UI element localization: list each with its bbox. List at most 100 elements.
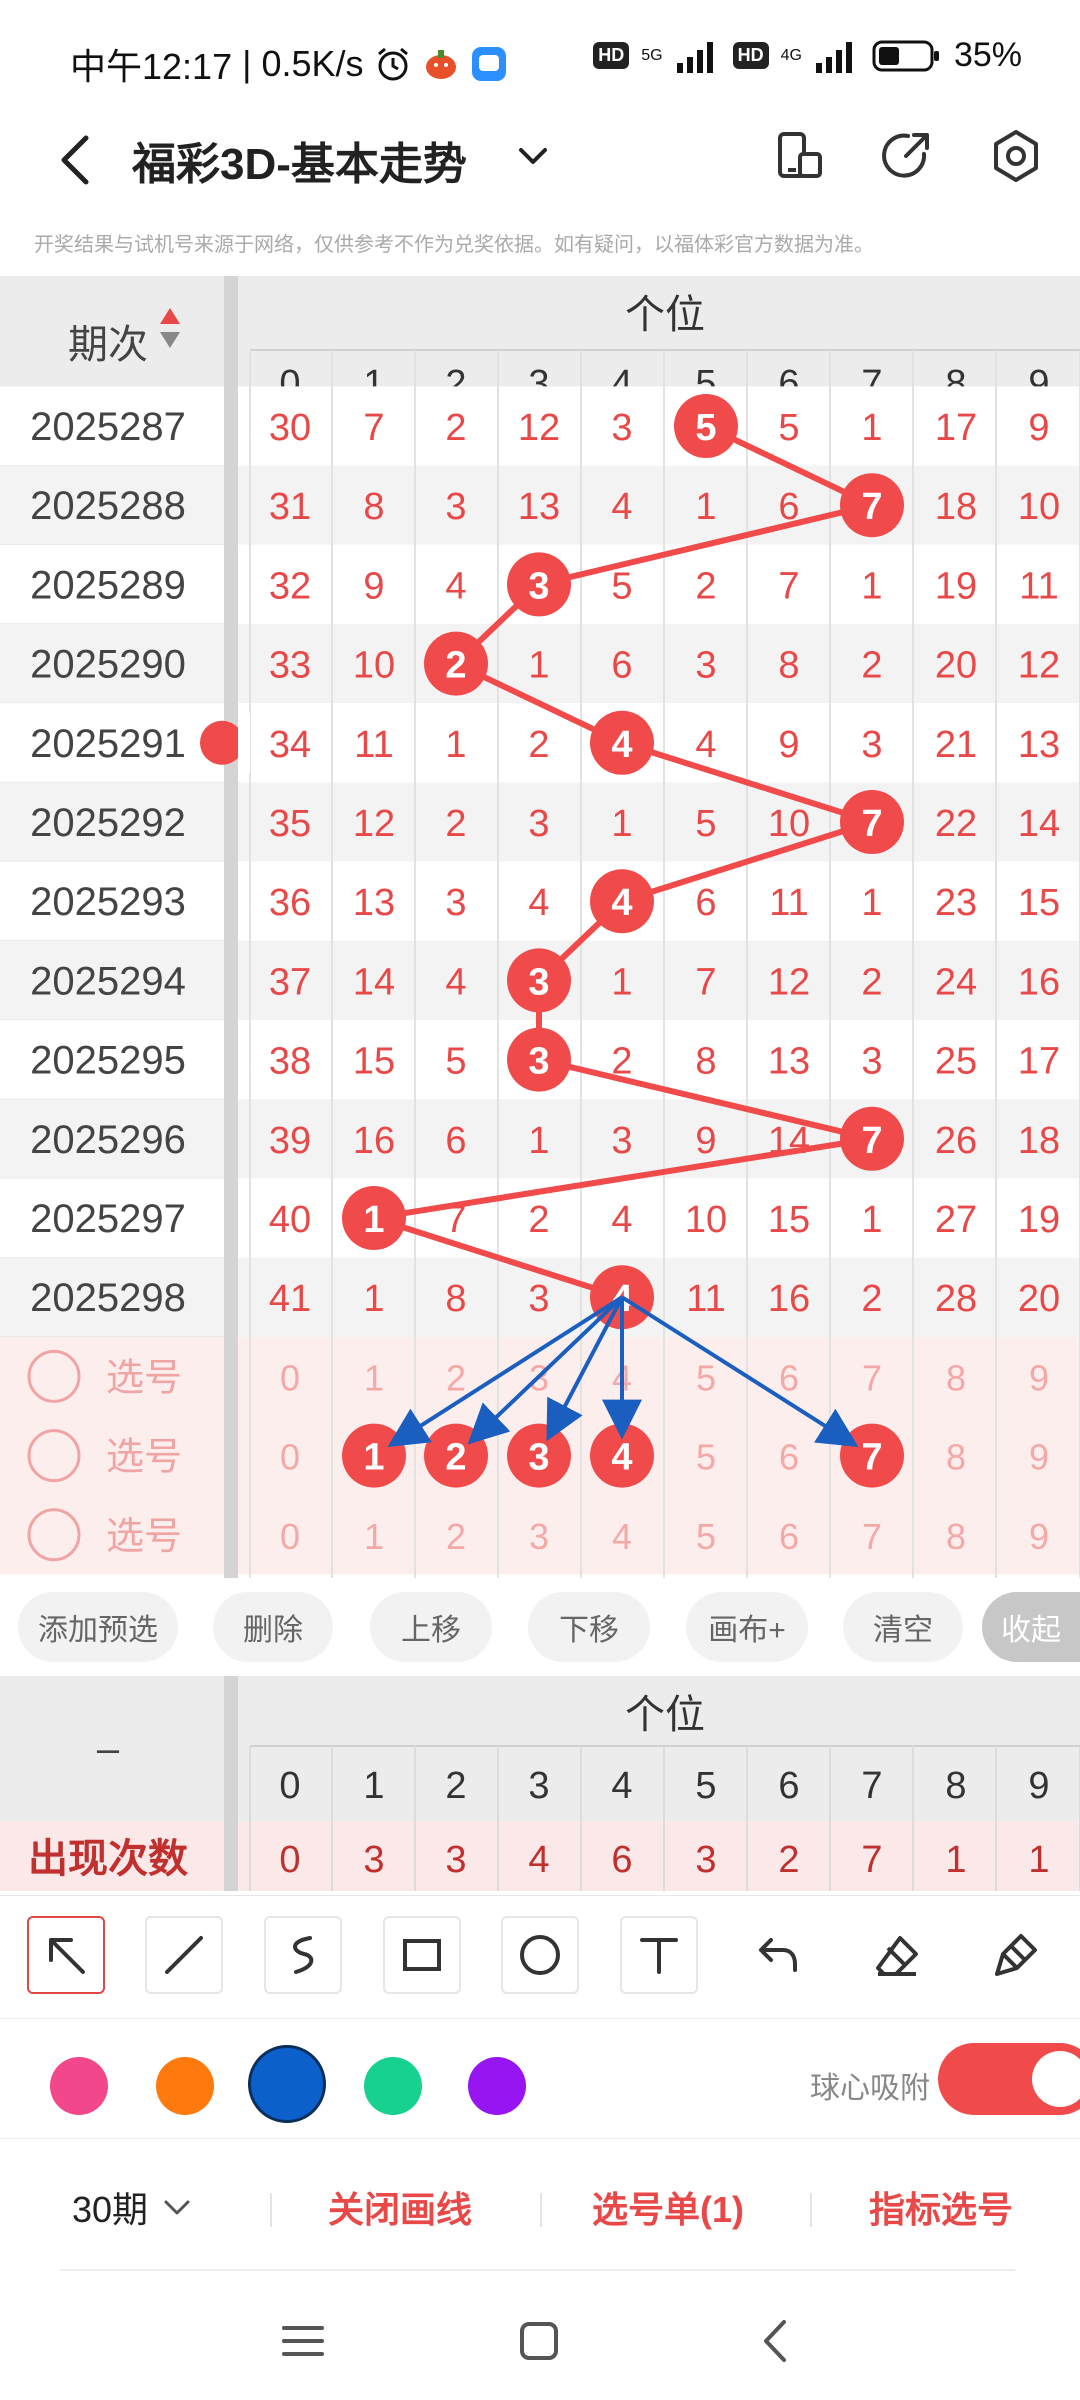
cell-value: 11 xyxy=(1019,565,1058,607)
period-label: 2025296 xyxy=(30,1118,186,1162)
ticket-button[interactable]: 选号单(1) xyxy=(592,2181,744,2233)
count-digit-header: 2 xyxy=(445,1765,466,1807)
cell-value: 2 xyxy=(445,803,466,845)
page-title[interactable]: 福彩3D-基本走势 xyxy=(132,128,467,192)
select-cell: 4 xyxy=(612,1516,632,1557)
indicator-select-button[interactable]: 指标选号 xyxy=(869,2181,1013,2233)
alarm-icon xyxy=(377,47,408,81)
close-lines-button[interactable]: 关闭画线 xyxy=(328,2181,472,2233)
hit-ball-number: 5 xyxy=(695,407,716,449)
cell-value: 18 xyxy=(1018,1120,1060,1162)
count-digit-header: 1 xyxy=(363,1765,384,1807)
cell-value: 36 xyxy=(269,882,311,924)
collapse-button[interactable]: 收起 xyxy=(982,1592,1080,1662)
count-digit-header: 0 xyxy=(279,1765,300,1807)
divider xyxy=(60,2269,1015,2271)
period-label: 2025295 xyxy=(30,1039,186,1083)
network-4g-label: 4G xyxy=(780,46,802,64)
select-cell: 0 xyxy=(280,1516,300,1557)
cell-value: 37 xyxy=(269,961,311,1003)
delete-button[interactable]: 删除 xyxy=(213,1592,333,1662)
cell-value: 3 xyxy=(445,486,466,528)
divider xyxy=(270,2193,272,2227)
nav-back-icon[interactable] xyxy=(742,2306,812,2376)
cell-value: 9 xyxy=(1028,407,1049,449)
cell-value: 7 xyxy=(695,961,716,1003)
select-cell: 3 xyxy=(529,1516,549,1557)
color-swatch-pink[interactable] xyxy=(50,2057,108,2115)
line-icon xyxy=(165,1936,203,1974)
chevron-down-icon[interactable] xyxy=(513,136,553,176)
home-icon[interactable] xyxy=(504,2306,574,2376)
cell-value: 39 xyxy=(269,1120,311,1162)
cell-value: 1 xyxy=(611,803,632,845)
periods-label: 30期 xyxy=(72,2189,149,2230)
period-label: 2025298 xyxy=(30,1276,186,1320)
cell-value: 3 xyxy=(528,803,549,845)
device-icon[interactable] xyxy=(770,126,830,186)
hit-ball-number: 3 xyxy=(528,961,549,1003)
select-cell: 5 xyxy=(696,1437,716,1478)
period-label: 2025289 xyxy=(30,563,186,607)
canvas-plus-button[interactable]: 画布+ xyxy=(686,1592,808,1662)
settings-icon[interactable] xyxy=(986,126,1046,186)
brush-clear-tool[interactable] xyxy=(977,1916,1055,1994)
select-cell: 8 xyxy=(946,1357,966,1398)
cell-value: 35 xyxy=(269,803,311,845)
cell-value: 11 xyxy=(686,1278,725,1320)
occurrence-value: 0 xyxy=(279,1839,300,1881)
occurrence-value: 4 xyxy=(528,1839,549,1881)
cell-value: 1 xyxy=(695,486,716,528)
cell-value: 15 xyxy=(768,1199,810,1241)
squiggle-icon xyxy=(293,1936,314,1974)
text-tool[interactable] xyxy=(620,1916,698,1994)
move-down-button[interactable]: 下移 xyxy=(528,1592,650,1662)
trend-grid[interactable]: 期次个位0 1 2 3 4 5 6 7 8 92025287 30 7 2 12 3 5 1 17 92025288… xyxy=(0,276,1080,1578)
line-tool[interactable] xyxy=(145,1916,223,1994)
share-icon[interactable] xyxy=(876,126,936,186)
cell-value: 13 xyxy=(353,882,395,924)
select-row-label: 选号 xyxy=(106,1357,182,1399)
period-label: 2025297 xyxy=(30,1197,186,1241)
trend-chart[interactable]: 期次 个位 0 1 2 3 4 5 6 7 8 9 2025287 30 7 2 12 3 5 1 17 9 2025288… xyxy=(0,276,1080,1578)
period-header-label: 期次 xyxy=(68,323,148,367)
add-preselect-button[interactable]: 添加预选 xyxy=(18,1592,178,1662)
cell-value: 9 xyxy=(363,565,384,607)
cell-value: 16 xyxy=(768,1278,810,1320)
color-swatch-purple[interactable] xyxy=(468,2057,526,2115)
freehand-tool[interactable] xyxy=(264,1916,342,1994)
cell-value: 4 xyxy=(695,724,716,766)
occurrence-label: 出现次数 xyxy=(28,1837,188,1881)
undo-tool[interactable] xyxy=(739,1916,817,1994)
cell-value: 24 xyxy=(935,961,977,1003)
hit-ball-number: 4 xyxy=(611,724,632,766)
period-label: 2025294 xyxy=(30,959,186,1003)
cell-value: 31 xyxy=(269,486,311,528)
color-swatch-orange[interactable] xyxy=(156,2057,214,2115)
cell-value: 20 xyxy=(1018,1278,1060,1320)
clear-button[interactable]: 清空 xyxy=(843,1592,963,1662)
menu-icon[interactable] xyxy=(268,2306,338,2376)
color-swatch-blue[interactable] xyxy=(248,2045,326,2123)
cell-value: 8 xyxy=(778,645,799,687)
hd-badge: HD xyxy=(593,42,630,69)
selected-ball-number: 3 xyxy=(528,1437,549,1479)
select-row-label: 选号 xyxy=(106,1516,182,1558)
snap-toggle[interactable] xyxy=(938,2043,1080,2115)
cell-value: 33 xyxy=(269,645,311,687)
rectangle-tool[interactable] xyxy=(383,1916,461,1994)
periods-selector[interactable]: 30期 xyxy=(72,2181,194,2233)
color-swatch-green[interactable] xyxy=(364,2057,422,2115)
snap-label: 球心吸附 xyxy=(810,2072,930,2105)
chevron-down-icon xyxy=(164,2200,190,2215)
select-arrow-tool[interactable] xyxy=(27,1916,105,1994)
eraser-tool[interactable] xyxy=(858,1916,936,1994)
back-button[interactable] xyxy=(46,130,106,190)
status-separator: | xyxy=(242,43,252,84)
side-marker-mask xyxy=(238,712,250,773)
move-up-button[interactable]: 上移 xyxy=(370,1592,492,1662)
select-cell: 0 xyxy=(280,1437,300,1478)
cell-value: 6 xyxy=(695,882,716,924)
select-cell: 1 xyxy=(364,1357,384,1398)
circle-tool[interactable] xyxy=(501,1916,579,1994)
